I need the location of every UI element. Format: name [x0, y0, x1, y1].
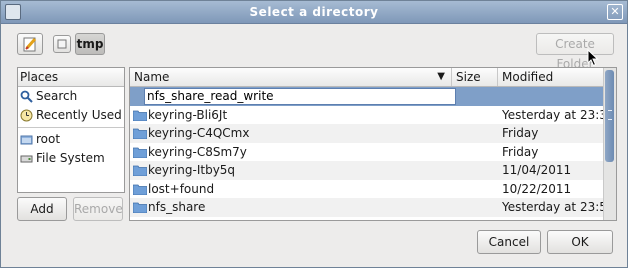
table-row[interactable]: keyring-C8Sm7y Friday [130, 143, 603, 162]
close-icon[interactable]: ✕ [607, 4, 623, 20]
table-row[interactable]: keyring-C4QCmx Friday [130, 124, 603, 143]
places-panel: Places Search Recently Used root File Sy… [17, 67, 125, 193]
places-separator [18, 127, 124, 128]
place-label: root [36, 132, 61, 146]
scrollbar-grip-icon [608, 110, 612, 120]
file-list-header: Name ▼ Size Modified [130, 68, 603, 87]
place-label: Search [36, 89, 78, 103]
create-folder-button[interactable]: Create Folder [536, 33, 614, 71]
file-modified: Friday [502, 144, 539, 159]
search-icon [20, 90, 33, 103]
file-name: keyring-C8Sm7y [148, 144, 247, 159]
window-title: Select a directory [249, 5, 379, 19]
file-modified: 11/04/2011 [502, 163, 572, 177]
select-directory-dialog: Select a directory ✕ tmp Create Folder P… [0, 0, 628, 268]
column-name-label: Name [134, 70, 170, 84]
folder-icon [133, 165, 147, 176]
new-folder-row[interactable] [130, 87, 603, 106]
folder-icon [133, 147, 147, 158]
folder-icon [133, 184, 147, 195]
pencil-edit-icon [23, 37, 37, 52]
edit-location-button[interactable] [17, 33, 43, 55]
table-row[interactable]: keyring-Bli6Jt Yesterday at 23:35 [130, 106, 615, 125]
column-header-modified[interactable]: Modified [498, 68, 603, 86]
file-modified: Yesterday at 23:50 [502, 200, 615, 214]
place-item-search[interactable]: Search [18, 87, 124, 106]
add-bookmark-button[interactable]: Add [17, 197, 67, 221]
path-bar-scroll-left-button[interactable] [53, 35, 71, 53]
clock-icon [20, 109, 33, 122]
file-modified: 10/22/2011 [502, 181, 572, 196]
file-modified: Yesterday at 23:35 [502, 107, 615, 122]
place-item-file-system[interactable]: File System [18, 149, 124, 168]
folder-icon [133, 128, 147, 139]
cancel-button[interactable]: Cancel [477, 230, 541, 254]
table-row-partial[interactable] [130, 217, 603, 222]
file-name: nfs_share [148, 200, 206, 214]
folder-icon [133, 202, 147, 213]
mouse-cursor-icon [587, 49, 599, 67]
place-item-root[interactable]: root [18, 130, 124, 149]
remove-bookmark-button[interactable]: Remove [73, 197, 123, 221]
column-header-size[interactable]: Size [452, 68, 498, 86]
sort-descending-icon: ▼ [437, 71, 445, 82]
ok-button[interactable]: OK [547, 230, 613, 254]
folder-icon [133, 110, 147, 121]
folder-name-input[interactable] [144, 88, 456, 105]
folder-icon [133, 220, 147, 222]
table-row[interactable]: nfs_share Yesterday at 23:50 [130, 198, 615, 217]
table-row[interactable]: lost+found 10/22/2011 [130, 180, 603, 199]
scrollbar-thumb[interactable] [605, 70, 614, 162]
file-name: keyring-Bli6Jt [148, 107, 228, 122]
drive-icon [20, 155, 33, 163]
place-label: File System [36, 151, 105, 165]
place-label: Recently Used [36, 108, 122, 122]
file-rows: keyring-Bli6Jt Yesterday at 23:35 keyrin… [130, 87, 615, 222]
column-header-name[interactable]: Name ▼ [130, 68, 452, 86]
places-header[interactable]: Places [18, 68, 124, 87]
table-row[interactable]: keyring-Itby5q 11/04/2011 [130, 161, 603, 180]
file-modified: Friday [502, 126, 539, 140]
path-button-tmp[interactable]: tmp [75, 33, 105, 55]
file-name: keyring-C4QCmx [148, 126, 250, 140]
home-folder-icon [20, 135, 33, 145]
place-item-recently-used[interactable]: Recently Used [18, 106, 124, 125]
file-list: Name ▼ Size Modified keyring-Bli6Jt Yest… [129, 67, 617, 221]
titlebar[interactable]: Select a directory ✕ [1, 1, 627, 24]
square-icon [57, 39, 67, 49]
file-name: lost+found [148, 181, 215, 196]
file-name: keyring-Itby5q [148, 163, 236, 177]
vertical-scrollbar[interactable] [603, 68, 616, 220]
